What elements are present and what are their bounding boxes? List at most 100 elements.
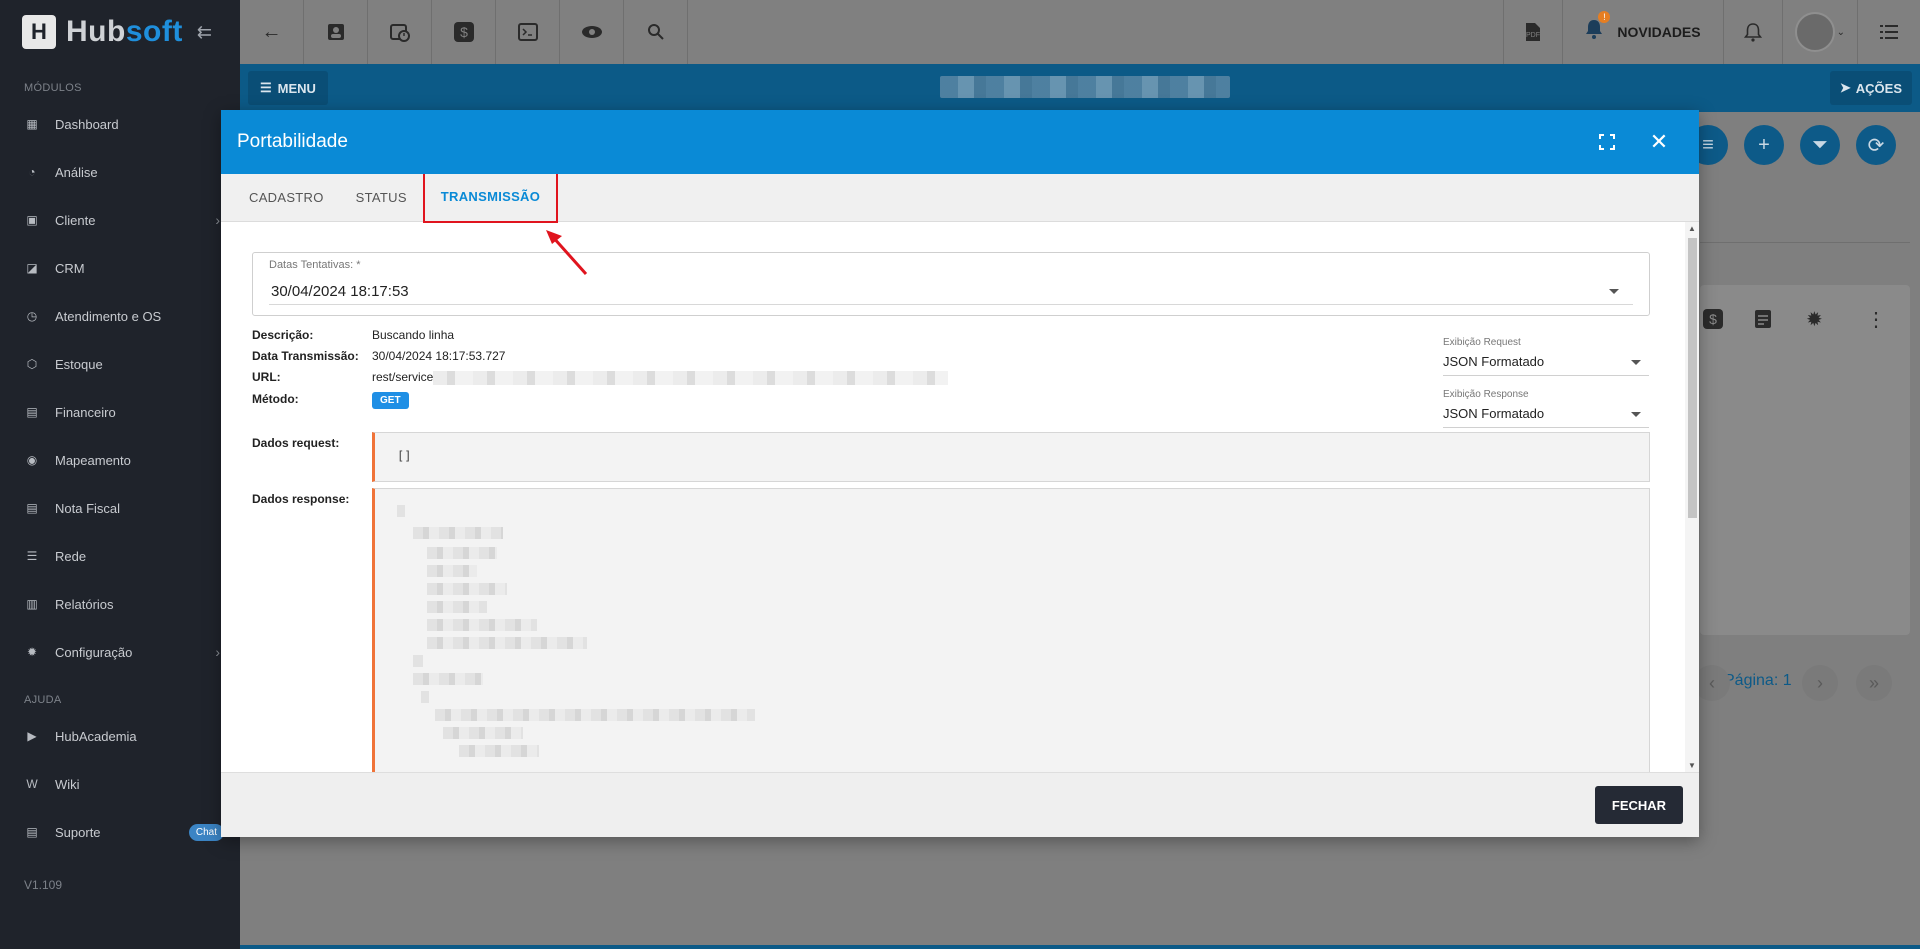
- sidebar-help-item-hubacademia[interactable]: ▶ HubAcademia: [0, 712, 240, 760]
- svg-text:PDF: PDF: [1526, 32, 1540, 39]
- portabilidade-modal: Portabilidade ✕ CADASTRO STATUS TRANSMISSÃ…: [221, 110, 1699, 837]
- notifications-bell-icon[interactable]: [1722, 0, 1782, 64]
- novidades-button[interactable]: NOVIDADES: [1562, 0, 1722, 64]
- report-icon: ▥: [26, 597, 38, 611]
- chevron-down-icon: [1631, 360, 1641, 365]
- exibicao-response-select[interactable]: Exibição Response JSON Formatado: [1443, 389, 1649, 428]
- chevron-down-icon: [1631, 412, 1641, 417]
- dados-request-label: Dados request:: [252, 436, 340, 450]
- sidebar-item-relatorios[interactable]: ▥ Relatórios: [0, 580, 240, 628]
- version-label: V1.109: [24, 878, 63, 892]
- collapse-sidebar-icon[interactable]: ⇇: [197, 22, 212, 43]
- chevron-right-icon: ›: [215, 212, 220, 228]
- modal-body: Datas Tentativas: * 30/04/2024 18:17:53 …: [221, 222, 1685, 772]
- select-underline: [269, 304, 1633, 305]
- sidebar-item-atendimento-e-os[interactable]: ◷ Atendimento e OS: [0, 292, 240, 340]
- list-menu-icon[interactable]: [1857, 0, 1920, 64]
- prev-page-icon[interactable]: ‹: [1694, 665, 1730, 701]
- sidebar-item-rede[interactable]: ☰ Rede: [0, 532, 240, 580]
- terminal-icon[interactable]: [496, 0, 560, 64]
- modal-scrollbar[interactable]: ▲ ▼: [1685, 222, 1699, 772]
- fullscreen-icon[interactable]: [1593, 128, 1621, 156]
- gear-icon[interactable]: ✹: [1806, 307, 1823, 332]
- fechar-button[interactable]: FECHAR: [1595, 786, 1683, 824]
- dollar-icon[interactable]: $: [1702, 308, 1724, 336]
- sidebar-help-item-suporte[interactable]: ▤ Suporte Chat: [0, 808, 240, 856]
- sidebar-item-label: Cliente: [55, 212, 96, 228]
- datas-tentativas-select[interactable]: Datas Tentativas: * 30/04/2024 18:17:53: [252, 252, 1650, 316]
- sidebar-item-crm[interactable]: ◪ CRM: [0, 244, 240, 292]
- avatar[interactable]: [1794, 12, 1835, 52]
- data-transmissao-label: Data Transmissão:: [252, 349, 359, 363]
- sidebar-item-label: CRM: [55, 260, 85, 276]
- scroll-thumb[interactable]: [1688, 238, 1697, 518]
- dados-request-code[interactable]: []: [372, 432, 1650, 482]
- sidebar-item-estoque[interactable]: ⬡ Estoque: [0, 340, 240, 388]
- tab-cadastro[interactable]: CADASTRO: [233, 174, 340, 221]
- dados-request-value: []: [397, 449, 412, 463]
- top-toolbar: ← $ PDF NOVIDADES ⌄: [240, 0, 1920, 64]
- sidebar-item-label: Nota Fiscal: [55, 500, 121, 516]
- data-transmissao-value: 30/04/2024 18:17:53.727: [372, 349, 506, 363]
- exibicao-request-value: JSON Formatado: [1443, 354, 1649, 376]
- pie-chart-icon: ◔: [28, 165, 36, 179]
- logo-text[interactable]: Hubsoft: [66, 15, 183, 49]
- sidebar-item-label: HubAcademia: [55, 728, 137, 744]
- gear-icon: ✹: [26, 645, 38, 659]
- sidebar-item-label: Configuração: [55, 644, 133, 660]
- sidebar-item-nota-fiscal[interactable]: ▤ Nota Fiscal: [0, 484, 240, 532]
- dados-response-code[interactable]: [372, 488, 1650, 772]
- sidebar-item-configuracao[interactable]: ✹ Configuração ›: [0, 628, 240, 676]
- chat-badge[interactable]: Chat: [188, 823, 224, 841]
- modal-title: Portabilidade: [237, 131, 348, 152]
- contact-card-icon[interactable]: [304, 0, 368, 64]
- support-icon: ▤: [26, 825, 38, 839]
- sidebar-item-financeiro[interactable]: ▤ Financeiro: [0, 388, 240, 436]
- novidades-bell-icon: [1585, 11, 1611, 45]
- close-icon[interactable]: ✕: [1645, 128, 1673, 156]
- descricao-value: Buscando linha: [372, 328, 455, 342]
- scroll-up-icon[interactable]: ▲: [1688, 224, 1696, 233]
- pdf-file-icon[interactable]: PDF: [1503, 0, 1562, 64]
- box-icon: ⬡: [26, 357, 38, 371]
- document-icon[interactable]: [1754, 309, 1772, 335]
- url-label: URL:: [252, 370, 281, 384]
- metodo-row: Método: GET: [252, 392, 409, 409]
- scroll-down-icon[interactable]: ▼: [1688, 761, 1696, 770]
- next-page-icon[interactable]: ›: [1802, 665, 1838, 701]
- more-vertical-icon[interactable]: ⋮: [1866, 307, 1886, 332]
- sidebar-help-item-wiki[interactable]: W Wiki: [0, 760, 240, 808]
- refresh-icon[interactable]: ⟳: [1856, 125, 1896, 165]
- metodo-label: Método:: [252, 392, 299, 406]
- data-transmissao-row: Data Transmissão: 30/04/2024 18:17:53.727: [252, 349, 505, 363]
- calendar-clock-icon[interactable]: [368, 0, 432, 64]
- sidebar-item-mapeamento[interactable]: ◉ Mapeamento: [0, 436, 240, 484]
- last-page-icon[interactable]: »: [1856, 665, 1892, 701]
- sidebar-item-cliente[interactable]: ▣ Cliente ›: [0, 196, 240, 244]
- logo-icon[interactable]: H: [22, 15, 56, 49]
- sidebar-item-dashboard[interactable]: ▦ Dashboard: [0, 100, 240, 148]
- menu-button[interactable]: ☰ MENU: [248, 71, 328, 105]
- filter-icon[interactable]: ⏷: [1800, 125, 1840, 165]
- tab-status[interactable]: STATUS: [340, 174, 423, 221]
- add-icon[interactable]: +: [1744, 125, 1784, 165]
- datas-tentativas-label: Datas Tentativas: *: [269, 259, 361, 271]
- dashboard-icon: ▦: [26, 117, 38, 131]
- tab-transmissao[interactable]: TRANSMISSÃO: [422, 171, 559, 223]
- modal-footer: FECHAR: [221, 772, 1699, 837]
- sidebar-item-analise[interactable]: ◔ Análise: [0, 148, 240, 196]
- sidebar-item-label: Rede: [55, 548, 87, 564]
- back-arrow-icon[interactable]: ←: [240, 0, 304, 64]
- descricao-row: Descrição: Buscando linha: [252, 328, 454, 342]
- exibicao-request-select[interactable]: Exibição Request JSON Formatado: [1443, 337, 1649, 376]
- crm-icon: ◪: [26, 261, 38, 275]
- dollar-icon[interactable]: $: [432, 0, 496, 64]
- user-menu[interactable]: ⌄: [1781, 0, 1857, 64]
- search-icon[interactable]: [624, 0, 688, 64]
- acoes-button[interactable]: ➤ AÇÕES: [1829, 71, 1912, 105]
- method-badge: GET: [372, 392, 409, 409]
- eye-icon[interactable]: [560, 0, 624, 64]
- hamburger-icon: ☰: [260, 80, 272, 95]
- sidebar: H Hubsoft ⇇ MÓDULOS ▦ Dashboard ◔ Análise ▣ C…: [0, 0, 240, 949]
- invoice-icon: ▤: [26, 501, 38, 515]
